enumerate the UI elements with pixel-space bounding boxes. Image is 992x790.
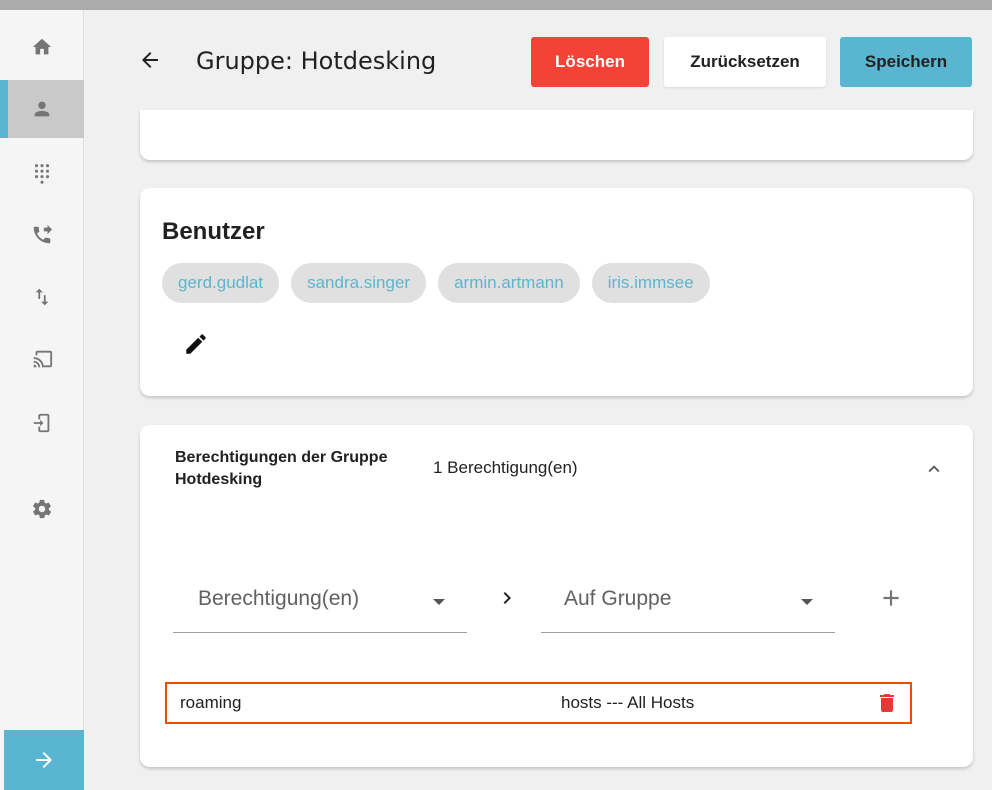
login-icon <box>33 413 50 433</box>
chevron-right-icon <box>495 586 519 610</box>
arrow-back-icon <box>142 52 158 68</box>
sidebar-item-login[interactable] <box>0 394 84 452</box>
sidebar-item-users[interactable] <box>0 80 84 138</box>
add-permission-button[interactable] <box>875 582 907 614</box>
user-chip[interactable]: armin.artmann <box>438 263 580 303</box>
reset-button[interactable]: Zurücksetzen <box>664 37 826 87</box>
sidebar-item-settings[interactable] <box>0 480 84 538</box>
permission-name: roaming <box>180 693 242 712</box>
cast-icon <box>33 350 53 368</box>
arrow-right-icon <box>36 752 52 768</box>
sidebar-item-devices[interactable] <box>0 330 84 388</box>
collapse-permissions-button[interactable] <box>918 453 950 485</box>
delete-button[interactable]: Löschen <box>531 37 649 87</box>
pencil-icon <box>186 334 206 354</box>
permissions-count: 1 Berechtigung(en) <box>433 458 578 477</box>
delete-permission-button[interactable] <box>874 690 900 716</box>
dropdown-arrow-icon <box>433 599 445 605</box>
chevron-up-icon <box>928 465 940 473</box>
permission-select[interactable]: Berechtigung(en) <box>173 575 467 633</box>
user-chip[interactable]: sandra.singer <box>291 263 427 303</box>
swap-vert-icon <box>35 288 49 306</box>
users-title: Benutzer <box>162 218 265 245</box>
save-button[interactable]: Speichern <box>840 37 972 87</box>
home-icon <box>32 38 52 55</box>
sidebar-expand-button[interactable] <box>4 730 84 790</box>
permissions-card: Berechtigungen der Gruppe Hotdesking 1 B… <box>140 425 973 767</box>
sidebar <box>0 10 84 790</box>
sidebar-item-transfer[interactable] <box>0 268 84 326</box>
page-title: Gruppe: Hotdesking <box>196 47 437 75</box>
trash-icon <box>880 694 894 712</box>
group-details-card <box>140 110 973 160</box>
back-button[interactable] <box>134 44 166 76</box>
permission-select-label: Berechtigung(en) <box>198 587 360 610</box>
edit-users-button[interactable] <box>178 326 214 362</box>
user-chip[interactable]: gerd.gudlat <box>162 263 280 303</box>
settings-icon <box>33 499 52 519</box>
sidebar-item-dialpad[interactable] <box>0 144 84 202</box>
user-chip-list: gerd.gudlat sandra.singer armin.artmann … <box>162 263 710 303</box>
sidebar-item-call-forwarding[interactable] <box>0 206 84 264</box>
dropdown-arrow-icon <box>801 599 813 605</box>
permissions-title: Berechtigungen der Gruppe Hotdesking <box>175 449 388 488</box>
top-bar <box>0 0 992 10</box>
group-select-label: Auf Gruppe <box>564 587 672 610</box>
users-card: Benutzer gerd.gudlat sandra.singer armin… <box>140 188 973 396</box>
user-chip[interactable]: iris.immsee <box>591 263 710 303</box>
plus-icon <box>883 590 899 606</box>
permission-target: hosts --- All Hosts <box>561 693 695 712</box>
person-icon <box>34 101 50 117</box>
dialpad-icon <box>34 164 50 184</box>
phone-forward-icon <box>33 224 53 244</box>
page-header: Gruppe: Hotdesking Löschen Zurücksetzen … <box>84 10 992 105</box>
sidebar-item-home[interactable] <box>0 18 84 76</box>
group-select[interactable]: Auf Gruppe <box>541 575 835 633</box>
permission-row: roaming hosts --- All Hosts <box>165 682 912 724</box>
